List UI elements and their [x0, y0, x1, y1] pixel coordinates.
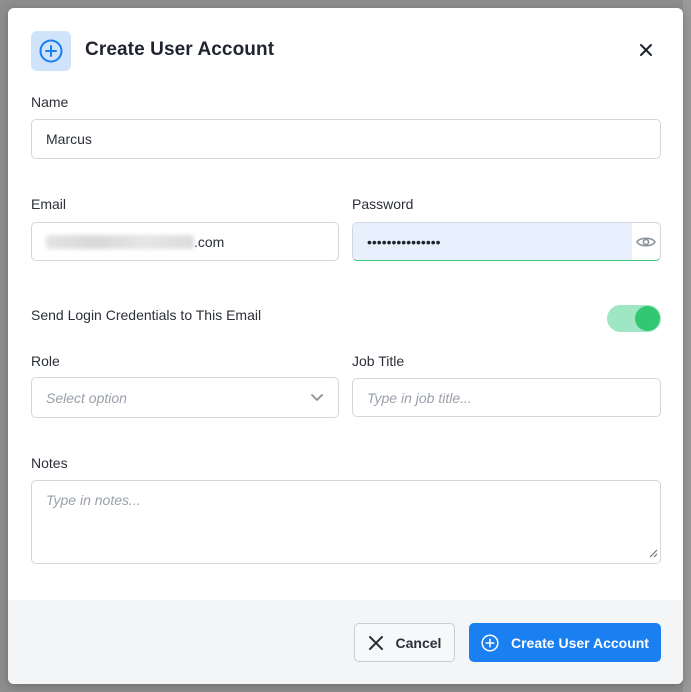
name-input[interactable]: Marcus — [31, 119, 661, 159]
toggle-knob — [635, 306, 660, 331]
job-title-label: Job Title — [352, 353, 405, 369]
job-title-placeholder: Type in job title... — [367, 389, 472, 406]
role-placeholder: Select option — [46, 389, 127, 406]
email-redacted — [46, 234, 194, 249]
cancel-button[interactable]: Cancel — [354, 623, 455, 662]
send-credentials-label: Send Login Credentials to This Email — [31, 307, 262, 323]
notes-textarea[interactable]: Type in notes... — [31, 480, 661, 564]
password-value: ••••••••••••••• — [367, 233, 441, 250]
dialog-title: Create User Account — [85, 39, 275, 60]
name-label: Name — [31, 94, 69, 110]
notes-placeholder: Type in notes... — [46, 492, 141, 508]
create-user-dialog: Create User Account Name Marcus Email .c… — [8, 8, 683, 684]
close-icon[interactable] — [635, 39, 657, 61]
plus-circle-icon — [31, 31, 71, 71]
create-label: Create User Account — [511, 634, 649, 651]
email-value-suffix: .com — [194, 233, 225, 250]
resize-handle-icon[interactable] — [648, 545, 658, 561]
create-user-account-button[interactable]: Create User Account — [469, 623, 661, 662]
name-value: Marcus — [46, 131, 92, 147]
email-label: Email — [31, 196, 67, 212]
password-label: Password — [352, 196, 414, 212]
notes-label: Notes — [31, 455, 68, 471]
password-input[interactable]: ••••••••••••••• — [352, 222, 661, 261]
background-page — [683, 0, 691, 692]
plus-circle-icon — [481, 633, 499, 652]
dialog-header: Create User Account — [8, 8, 683, 92]
close-icon — [368, 635, 384, 651]
cancel-label: Cancel — [395, 634, 442, 651]
send-credentials-toggle[interactable] — [607, 305, 661, 332]
role-select[interactable]: Select option — [31, 377, 339, 418]
role-label: Role — [31, 353, 60, 369]
eye-icon[interactable] — [632, 223, 660, 260]
chevron-down-icon — [310, 390, 324, 407]
job-title-input[interactable]: Type in job title... — [352, 378, 661, 417]
email-input[interactable]: .com — [31, 222, 339, 261]
